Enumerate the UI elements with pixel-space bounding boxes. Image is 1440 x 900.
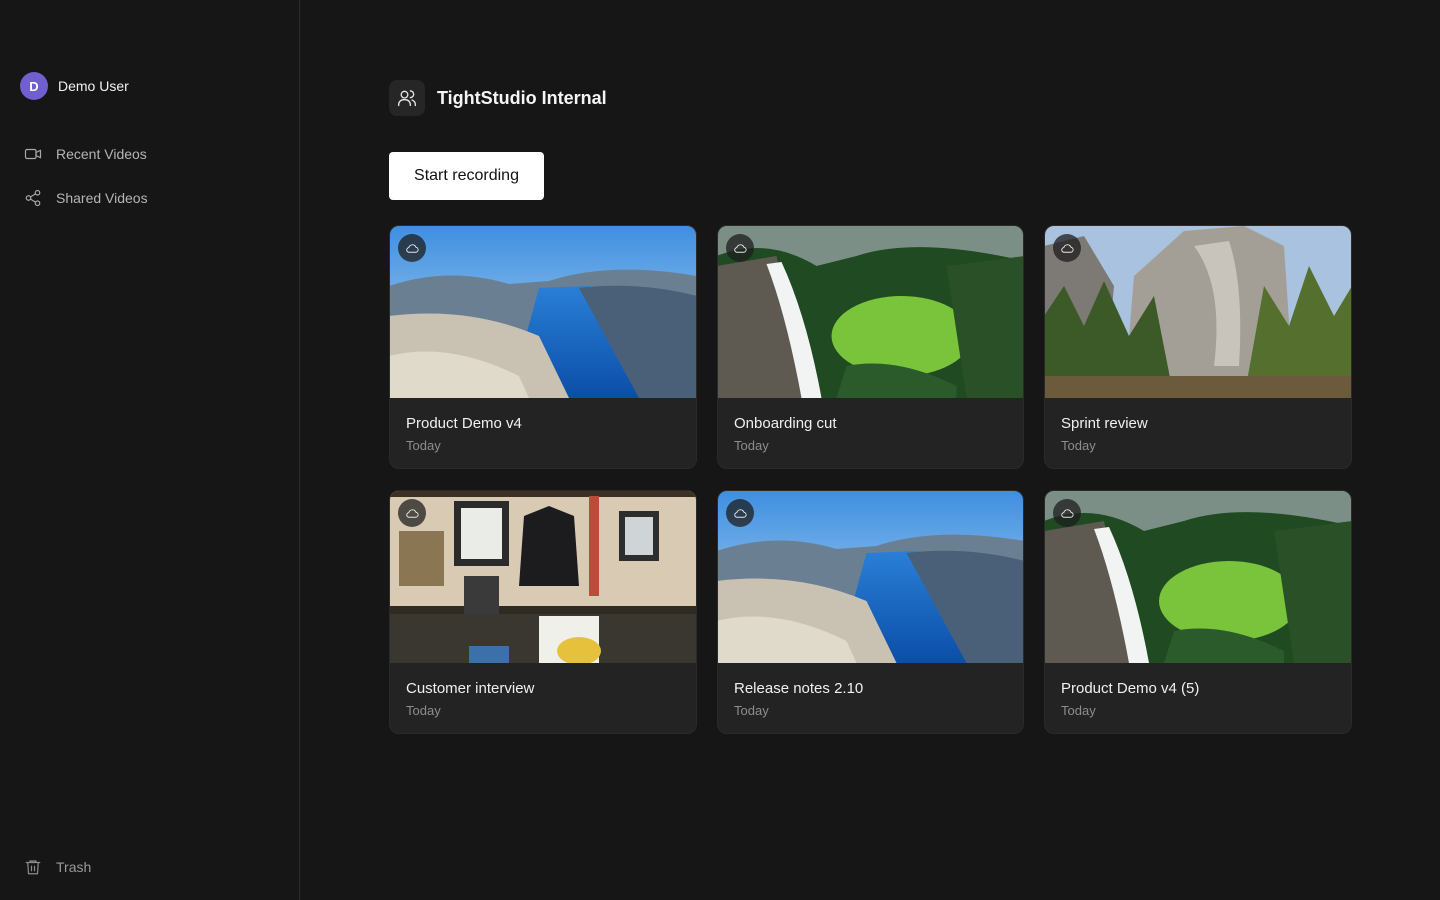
cloud-icon (405, 508, 419, 518)
cloud-badge (1053, 499, 1081, 527)
video-card[interactable]: Onboarding cut Today (717, 225, 1024, 469)
video-card[interactable]: Product Demo v4 Today (389, 225, 697, 469)
video-date: Today (406, 438, 441, 453)
video-date: Today (1061, 438, 1096, 453)
start-recording-button[interactable]: Start recording (389, 152, 544, 200)
cloud-icon (1060, 243, 1074, 253)
thumbnail-image (718, 226, 1023, 398)
sidebar-item-label: Shared Videos (56, 190, 148, 206)
cloud-badge (398, 499, 426, 527)
video-title[interactable]: Onboarding cut (734, 415, 837, 432)
cloud-badge (726, 234, 754, 262)
cloud-icon (733, 508, 747, 518)
video-date: Today (406, 703, 441, 718)
cloud-icon (405, 243, 419, 253)
sidebar-item-trash[interactable]: Trash (24, 858, 91, 876)
sidebar-item-label: Trash (56, 859, 92, 875)
video-grid: Product Demo v4 Today Onboarding cut Tod… (389, 225, 1352, 734)
sidebar-item-label: Recent Videos (56, 146, 147, 162)
user-name: Demo User (58, 78, 129, 94)
video-thumbnail[interactable] (1045, 226, 1351, 398)
video-camera-icon (24, 148, 42, 160)
cloud-icon (733, 243, 747, 253)
video-card[interactable]: Customer interview Today (389, 490, 697, 734)
video-date: Today (734, 438, 769, 453)
video-thumbnail[interactable] (390, 491, 696, 663)
sidebar-nav: Recent Videos Shared Videos (0, 132, 300, 220)
user-profile[interactable]: D Demo User (20, 72, 129, 100)
cloud-badge (726, 499, 754, 527)
sidebar-item-recent-videos[interactable]: Recent Videos (0, 132, 300, 176)
main-content: TightStudio Internal Start recording Pro… (300, 0, 1440, 900)
video-title[interactable]: Customer interview (406, 680, 534, 697)
video-title[interactable]: Sprint review (1061, 415, 1148, 432)
sidebar: D Demo User Recent Videos Shared Videos … (0, 0, 300, 900)
share-icon (25, 189, 41, 207)
thumbnail-image (718, 491, 1023, 663)
video-title[interactable]: Product Demo v4 (5) (1061, 680, 1199, 697)
page-title: TightStudio Internal (437, 87, 607, 108)
users-icon (398, 90, 416, 107)
video-thumbnail[interactable] (1045, 491, 1351, 663)
video-title[interactable]: Product Demo v4 (406, 415, 522, 432)
avatar: D (20, 72, 48, 100)
thumbnail-image (390, 491, 696, 663)
trash-icon (25, 860, 41, 875)
thumbnail-image (1045, 226, 1351, 398)
thumbnail-image (390, 226, 696, 398)
video-thumbnail[interactable] (390, 226, 696, 398)
thumbnail-image (1045, 491, 1351, 663)
video-thumbnail[interactable] (718, 491, 1023, 663)
sidebar-item-shared-videos[interactable]: Shared Videos (0, 176, 300, 220)
video-card[interactable]: Sprint review Today (1044, 225, 1352, 469)
video-title[interactable]: Release notes 2.10 (734, 680, 863, 697)
video-card[interactable]: Release notes 2.10 Today (717, 490, 1024, 734)
video-date: Today (734, 703, 769, 718)
space-header: TightStudio Internal (389, 80, 607, 116)
cloud-icon (1060, 508, 1074, 518)
video-date: Today (1061, 703, 1096, 718)
cloud-badge (1053, 234, 1081, 262)
video-thumbnail[interactable] (718, 226, 1023, 398)
video-card[interactable]: Product Demo v4 (5) Today (1044, 490, 1352, 734)
cloud-badge (398, 234, 426, 262)
space-icon-box (389, 80, 425, 116)
